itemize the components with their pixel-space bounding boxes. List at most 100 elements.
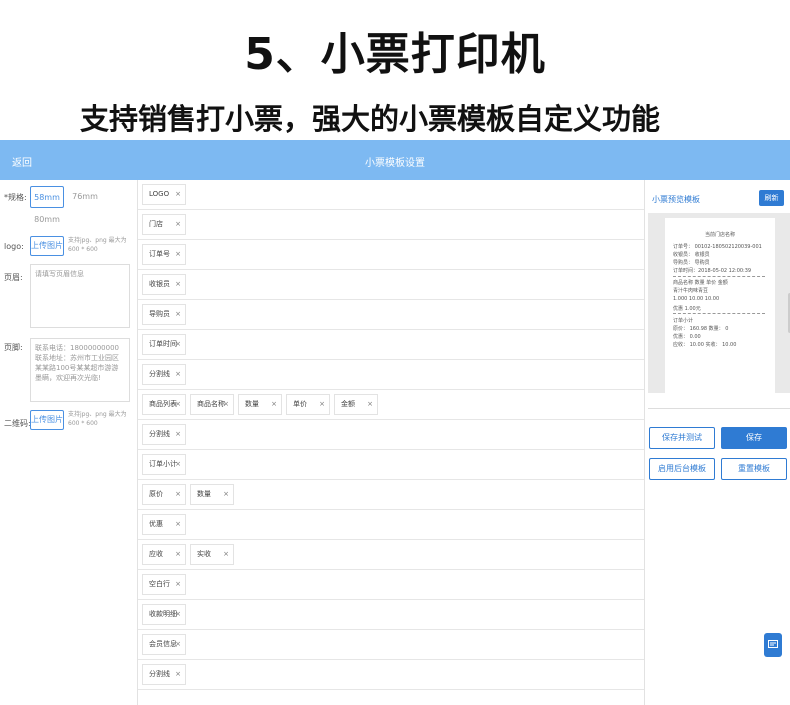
chat-icon[interactable] [764, 633, 782, 657]
refresh-button[interactable]: 刷新 [759, 190, 784, 206]
field-tag-label: 订单小计 [149, 460, 177, 468]
remove-field-icon[interactable]: × [175, 185, 181, 204]
field-tag[interactable]: 优惠 × [142, 514, 186, 535]
qrcode-label: 二维码: [4, 419, 31, 428]
headline: 5、小票打印机 [244, 29, 546, 80]
reset-template-button[interactable]: 重置模板 [721, 458, 787, 480]
remove-field-icon[interactable]: × [175, 545, 181, 564]
receipt-line: 应收： 10.00 实收： 10.00 [673, 342, 737, 348]
remove-field-icon[interactable]: × [175, 605, 181, 624]
remove-field-icon[interactable]: × [223, 485, 229, 504]
size-label: *规格: [4, 193, 27, 202]
field-tag[interactable]: LOGO × [142, 184, 186, 205]
field-row: 导购员 × [138, 300, 644, 330]
field-tag[interactable]: 空白行 × [142, 574, 186, 595]
field-tag-label: 订单号 [149, 250, 170, 258]
receipt-paper: 当前门店名称 订单号： 00102-180502120039-001 收银员： 收银… [665, 218, 775, 393]
field-tag-label: 分割线 [149, 430, 170, 438]
remove-field-icon[interactable]: × [175, 305, 181, 324]
field-tag[interactable]: 分割线 × [142, 664, 186, 685]
preview-title: 小票预览模板 [652, 195, 700, 204]
field-tag-label: 订单时间 [149, 340, 177, 348]
field-tag[interactable]: 商品列表 × [142, 394, 186, 415]
field-tag-label: 单价 [293, 400, 307, 408]
field-tag[interactable]: 原价 × [142, 484, 186, 505]
remove-field-icon[interactable]: × [367, 395, 373, 414]
logo-upload-button[interactable]: 上传图片 [30, 236, 64, 256]
field-tag[interactable]: 单价 × [286, 394, 330, 415]
field-tag[interactable]: 商品名称 × [190, 394, 234, 415]
receipt-line: 优惠： 0.00 [673, 334, 701, 340]
field-tag-label: 应收 [149, 550, 163, 558]
field-tag[interactable]: 分割线 × [142, 424, 186, 445]
field-tag-label: 商品列表 [149, 400, 177, 408]
footer-textarea[interactable]: 联系电话：18000000000联系地址：苏州市工业园区某某路100号某某超市游… [30, 338, 130, 402]
qrcode-upload-button[interactable]: 上传图片 [30, 410, 64, 430]
field-row: 商品列表 × 商品名称 × 数量 × 单价 × 金额 × [138, 390, 644, 420]
field-row: 收款明细 × [138, 600, 644, 630]
field-tag[interactable]: 数量 × [238, 394, 282, 415]
remove-field-icon[interactable]: × [175, 365, 181, 384]
size-80mm-option[interactable]: 80mm [30, 209, 64, 231]
remove-field-icon[interactable]: × [175, 485, 181, 504]
field-row: 收银员 × [138, 270, 644, 300]
receipt-divider [673, 276, 765, 277]
remove-field-icon[interactable]: × [175, 275, 181, 294]
remove-field-icon[interactable]: × [175, 455, 181, 474]
size-58mm-option[interactable]: 58mm [30, 186, 64, 208]
remove-field-icon[interactable]: × [223, 545, 229, 564]
field-row: 分割线 × [138, 360, 644, 390]
field-tag[interactable]: 收银员 × [142, 274, 186, 295]
field-tag-label: 数量 [197, 490, 211, 498]
field-tag[interactable]: 会员信息 × [142, 634, 186, 655]
field-tag[interactable]: 分割线 × [142, 364, 186, 385]
field-tag-label: 金额 [341, 400, 355, 408]
field-tag[interactable]: 实收 × [190, 544, 234, 565]
save-and-test-button[interactable]: 保存并测试 [649, 427, 715, 449]
remove-field-icon[interactable]: × [175, 665, 181, 684]
field-tag[interactable]: 订单时间 × [142, 334, 186, 355]
field-tag-label: 商品名称 [197, 400, 225, 408]
remove-field-icon[interactable]: × [175, 575, 181, 594]
remove-field-icon[interactable]: × [175, 425, 181, 444]
remove-field-icon[interactable]: × [175, 515, 181, 534]
field-tag[interactable]: 金额 × [334, 394, 378, 415]
receipt-line: 订单号： 00102-180502120039-001 [673, 244, 762, 250]
settings-form: *规格: 58mm 76mm 80mm logo: 上传图片 支持jpg、png… [0, 180, 136, 705]
field-tag[interactable]: 收款明细 × [142, 604, 186, 625]
receipt-preview: 当前门店名称 订单号： 00102-180502120039-001 收银员： 收银… [648, 213, 790, 393]
preview-panel: 小票预览模板 刷新 当前门店名称 订单号： 00102-180502120039-… [646, 180, 790, 705]
footer-label: 页脚: [4, 343, 23, 352]
divider [648, 408, 790, 409]
field-row: 分割线 × [138, 660, 644, 690]
receipt-line: 订单小计 [673, 318, 694, 324]
save-button[interactable]: 保存 [721, 427, 787, 449]
size-76mm-option[interactable]: 76mm [68, 186, 102, 208]
receipt-line: 青汁牛肉味青豆 [673, 288, 709, 294]
remove-field-icon[interactable]: × [319, 395, 325, 414]
remove-field-icon[interactable]: × [175, 215, 181, 234]
field-tag-label: 空白行 [149, 580, 170, 588]
enable-backend-template-button[interactable]: 启用后台模板 [649, 458, 715, 480]
header-textarea[interactable]: 请填写页眉信息 [30, 264, 130, 328]
remove-field-icon[interactable]: × [175, 335, 181, 354]
field-tag[interactable]: 数量 × [190, 484, 234, 505]
field-tag[interactable]: 订单小计 × [142, 454, 186, 475]
remove-field-icon[interactable]: × [223, 395, 229, 414]
logo-upload-hint: 支持jpg、png 最大为600 * 600 [68, 237, 127, 253]
field-tag[interactable]: 应收 × [142, 544, 186, 565]
field-tag-label: 分割线 [149, 370, 170, 378]
receipt-line: 原价： 160.98 数量： 0 [673, 326, 729, 332]
field-tag[interactable]: 订单号 × [142, 244, 186, 265]
field-row: 分割线 × [138, 420, 644, 450]
remove-field-icon[interactable]: × [175, 635, 181, 654]
field-tag-label: 数量 [245, 400, 259, 408]
field-tag[interactable]: 导购员 × [142, 304, 186, 325]
remove-field-icon[interactable]: × [175, 395, 181, 414]
remove-field-icon[interactable]: × [271, 395, 277, 414]
field-row: 原价 × 数量 × [138, 480, 644, 510]
remove-field-icon[interactable]: × [175, 245, 181, 264]
receipt-line: 1.000 10.00 10.00 [673, 296, 720, 302]
field-tag-label: 分割线 [149, 670, 170, 678]
field-tag[interactable]: 门店 × [142, 214, 186, 235]
